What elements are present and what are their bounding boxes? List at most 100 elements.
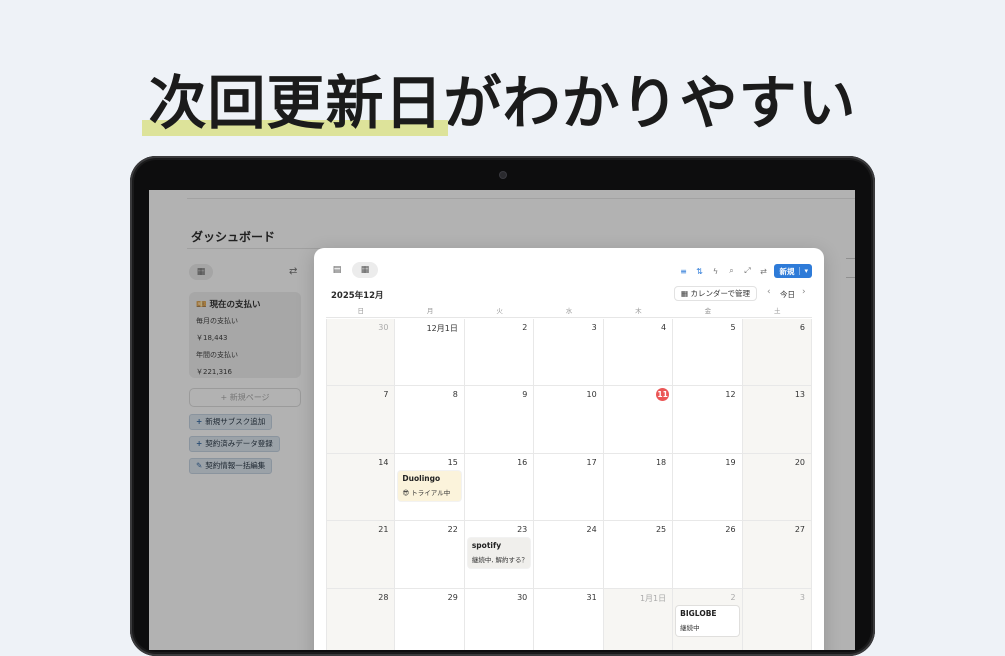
day-cell[interactable]: 5 [673,319,743,387]
day-cell[interactable]: 13 [742,386,812,454]
camera-dot [500,172,506,178]
day-cell[interactable]: 1月1日 [603,588,674,650]
day-cell[interactable]: 12月1日 [395,319,465,387]
day-cell[interactable]: 21 [326,521,396,589]
view-switcher: ▤ ▦ [326,262,378,278]
day-cell[interactable]: 18 [603,453,674,522]
day-cell[interactable]: 3 [742,588,812,650]
day-number: 22 [447,525,458,535]
chevron-right-icon[interactable]: › [802,287,806,297]
day-cell[interactable]: 17 [534,453,604,522]
event-status: 😎 トライアル中 [402,488,451,497]
day-cell[interactable]: 27 [742,521,812,589]
calendar-view-icon[interactable]: ▦ [352,262,378,278]
day-number: 9 [522,390,528,400]
day-cell[interactable]: 29 [395,588,465,650]
day-number: 20 [794,457,805,467]
day-number: 6 [799,323,805,332]
day-cell[interactable]: 9 [464,386,535,454]
day-cell[interactable]: 20 [742,453,812,522]
weekday-label: 金 [704,307,712,315]
day-cell[interactable]: 4 [603,319,674,387]
settings-icon[interactable]: ⇄ [758,267,768,276]
day-number: 16 [517,457,528,467]
day-number: 4 [661,323,667,332]
day-number: 27 [794,525,805,535]
day-number: 14 [378,457,389,467]
weekday-label: 月 [426,307,434,315]
day-cell[interactable]: 25 [603,521,674,589]
day-number: 7 [383,390,389,400]
day-number: 2 [522,323,528,332]
search-icon[interactable]: ⌕ [726,266,736,276]
day-cell[interactable]: 6 [742,319,812,387]
day-number: 30 [517,592,528,602]
laptop-frame: ダッシュボード ▦ ⇄ 💴 現在の支払い 毎月の支払い ￥18,443 年間の支… [130,156,875,656]
automation-icon[interactable]: ϟ [710,267,720,276]
day-number: 1月1日 [639,593,667,603]
day-cell[interactable]: 24 [534,521,604,589]
day-cell[interactable]: 28 [326,588,396,650]
day-cell[interactable]: 14 [326,453,396,522]
headline-rest: がわかりやすい [443,69,857,137]
event-card[interactable]: Duolingo 😎 トライアル中 [398,470,461,501]
day-number: 31 [586,592,597,602]
day-cell[interactable]: 10 [534,386,604,454]
event-card[interactable]: spotify 継続中, 解約する？ [467,538,531,569]
weekday-label: 土 [774,307,781,315]
day-number: 17 [586,457,597,467]
weekday-label: 水 [565,307,573,315]
day-cell[interactable]: 26 [673,521,743,589]
day-cell[interactable]: 22 [395,521,465,589]
day-number: 30 [378,323,389,332]
day-number: 25 [655,525,667,535]
day-cell[interactable]: 8 [395,386,465,454]
day-number: 18 [655,457,667,467]
day-cell[interactable]: 2 [464,319,535,387]
event-card[interactable]: BIGLOBE 継続中 [676,605,739,636]
today-button[interactable]: 今日 [780,289,795,300]
event-status: 継続中 [680,623,700,632]
month-title: 2025年12月 [331,291,384,301]
weekday-header: 日月火水木金土 [326,306,812,318]
event-title: spotify [471,541,502,551]
day-cell[interactable]: 3 [534,319,604,387]
day-cell[interactable]: 23 spotify 継続中, 解約する？ [464,521,535,589]
event-title: BIGLOBE [680,608,717,618]
day-cell[interactable]: 30 [326,319,396,387]
calendar-grid: 30 12月1日 2 3 4 5 6 7 8 9 10 11 12 13 14 15 Duolingo 😎 トライ… [326,319,812,650]
day-number: 28 [378,592,389,602]
day-number: 12月1日 [426,324,458,333]
day-number: 26 [725,525,736,535]
day-number: 23 [517,525,528,535]
day-number: 2 [730,592,736,602]
headline: 次回更新日 がわかりやすい [0,56,1005,140]
weekday-label: 日 [357,307,364,315]
table-view-icon[interactable]: ▤ [326,262,348,278]
day-cell[interactable]: 2 BIGLOBE 継続中 [673,588,743,650]
chevron-down-icon[interactable]: ▾ [799,267,812,275]
day-cell[interactable]: 16 [464,453,535,522]
calendar-modal: ▤ ▦ ≡ ⇅ ϟ ⌕ ⤢ ⇄ 新規 ▾ 2025年12月 ▦ カレンダーで管理… [314,248,824,650]
sort-icon[interactable]: ⇅ [694,267,704,276]
day-number: 13 [794,390,805,400]
event-title: Duolingo [402,473,441,483]
day-cell[interactable]: 30 [464,588,535,650]
day-cell[interactable]: 12 [673,386,743,454]
manage-in-calendar-button[interactable]: ▦ カレンダーで管理 [674,286,758,301]
day-cell[interactable]: 15 Duolingo 😎 トライアル中 [395,453,465,522]
day-cell[interactable]: 19 [673,453,743,522]
day-number: 5 [730,323,736,332]
event-status: 継続中, 解約する？ [471,556,528,565]
day-number: 15 [447,457,458,467]
expand-icon[interactable]: ⤢ [742,266,752,276]
new-button[interactable]: 新規 ▾ [774,264,812,278]
weekday-label: 木 [635,307,642,315]
filter-icon[interactable]: ≡ [678,267,688,276]
headline-highlighted: 次回更新日 [142,56,448,140]
day-cell[interactable]: 31 [534,588,604,650]
day-cell[interactable]: 7 [326,386,396,454]
day-cell[interactable]: 11 [603,386,674,454]
day-number: 29 [447,592,458,602]
chevron-left-icon[interactable]: ‹ [767,287,771,297]
